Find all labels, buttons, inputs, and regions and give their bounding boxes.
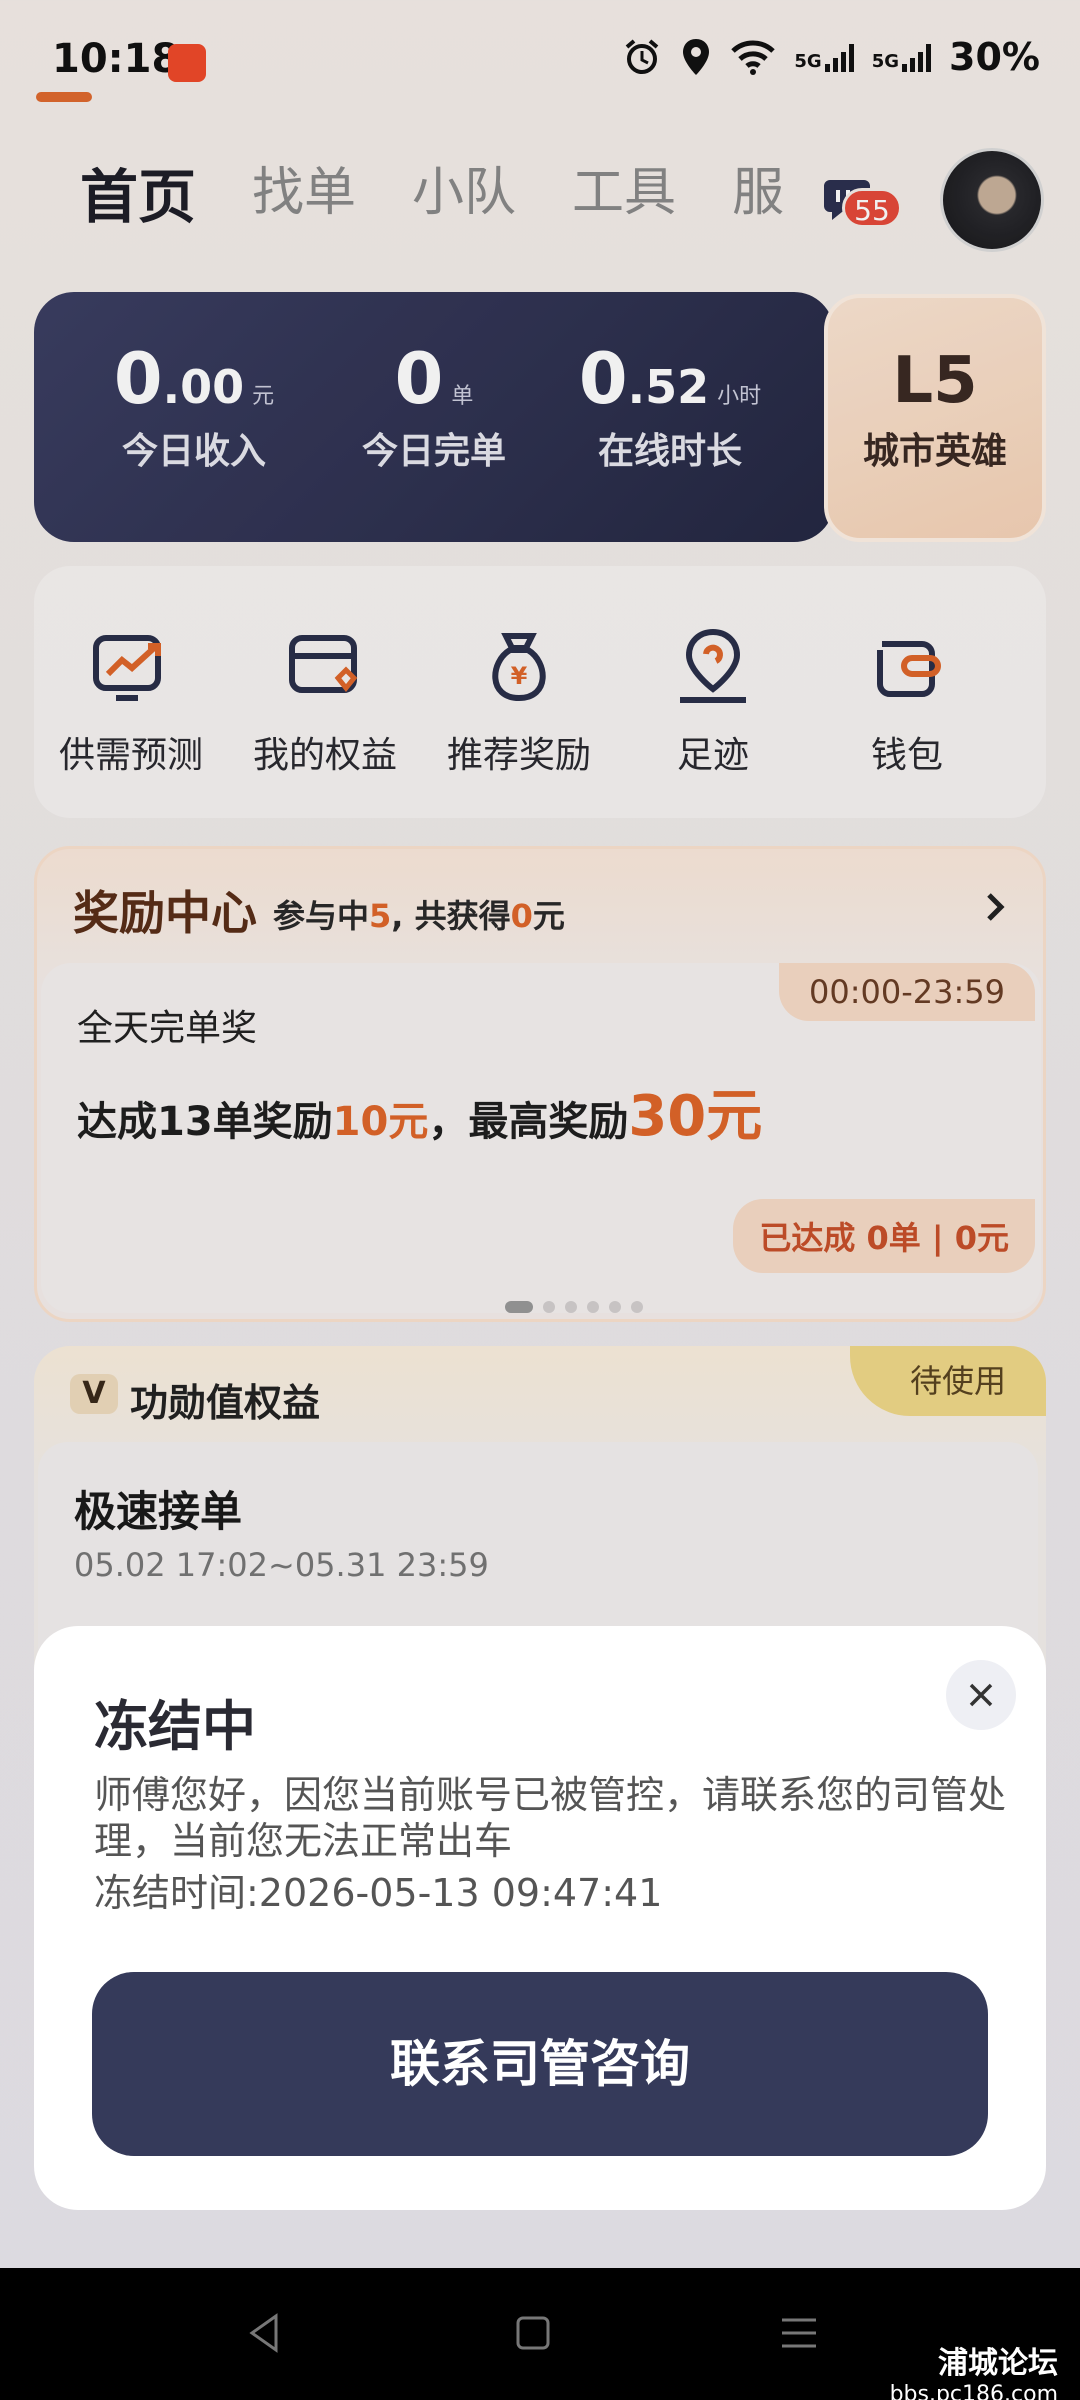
frozen-account-dialog: 冻结中 师傅您好，因您当前账号已被管控，请联系您的司管处理，当前您无法正常出车 … [34, 1626, 1046, 2210]
home-icon[interactable] [508, 2308, 558, 2358]
close-icon[interactable] [946, 1660, 1016, 1730]
dialog-title: 冻结中 [94, 1695, 256, 1758]
watermark-name: 浦城论坛 [938, 2346, 1058, 2381]
watermark-url: bbs.pc186.com [889, 2382, 1058, 2400]
back-icon[interactable] [240, 2308, 290, 2358]
contact-manager-button[interactable]: 联系司管咨询 [92, 1972, 988, 2156]
freeze-time: 冻结时间:2026-05-13 09:47:41 [94, 1871, 663, 1915]
menu-icon[interactable] [774, 2308, 824, 2358]
dialog-message: 师傅您好，因您当前账号已被管控，请联系您的司管处理，当前您无法正常出车 [94, 1773, 1007, 1863]
watermark: 浦城论坛 bbs.pc186.com [890, 2338, 1058, 2400]
